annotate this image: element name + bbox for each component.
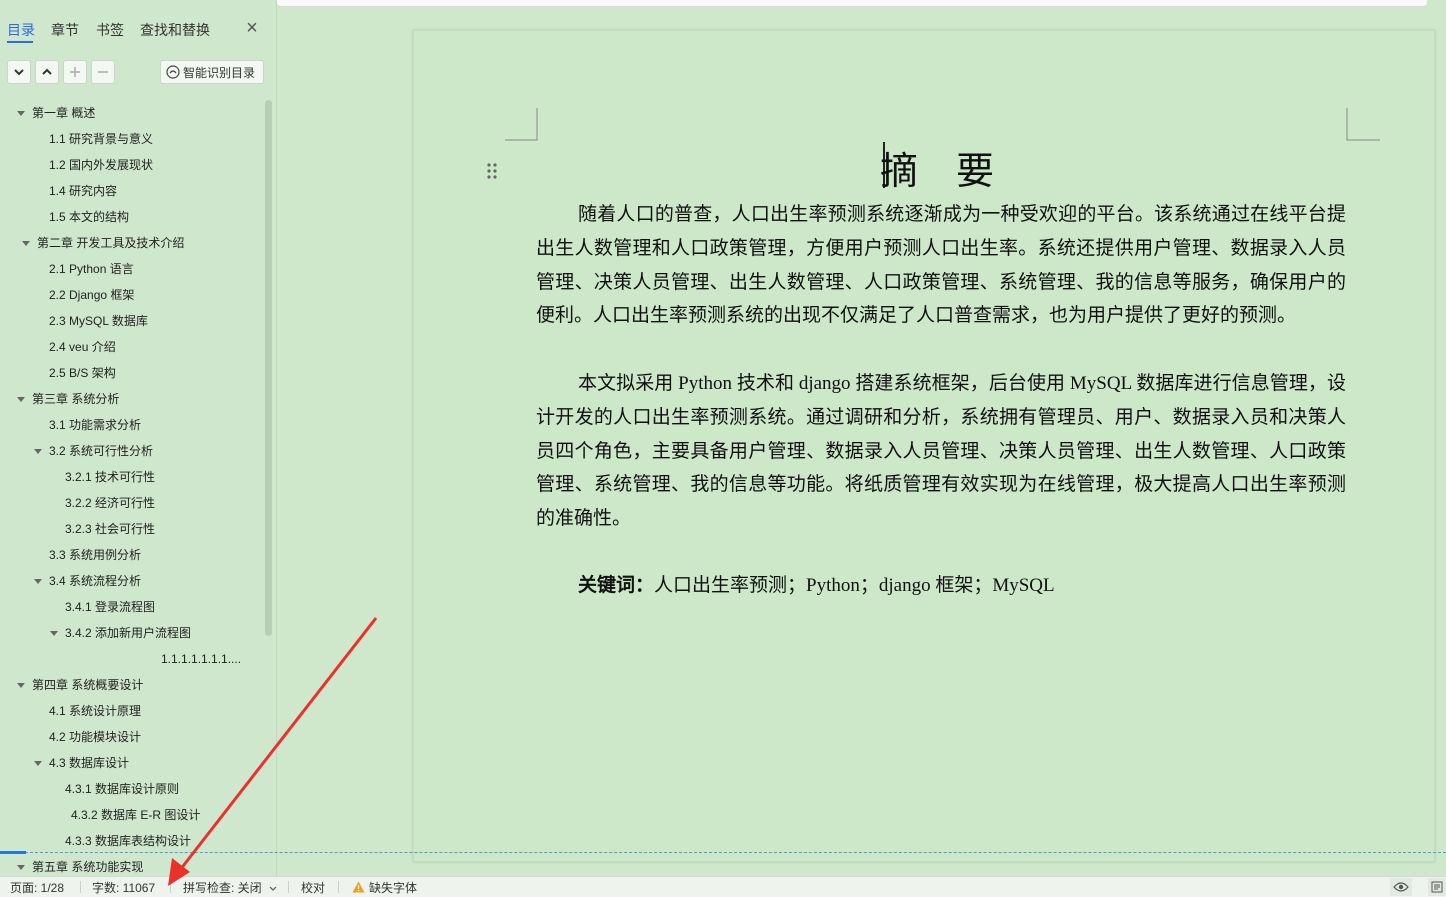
status-divider (170, 881, 171, 893)
abstract-paragraph-1[interactable]: 随着人口的普查，人口出生率预测系统逐渐成为一种受欢迎的平台。该系统通过在线平台提… (536, 198, 1346, 333)
expand-all-button[interactable] (7, 60, 31, 84)
toc-item[interactable]: 1.5 本文的结构 (49, 207, 129, 227)
spell-check-toggle[interactable]: 拼写检查: 关闭 (183, 880, 277, 896)
document-title[interactable]: 摘 要 (880, 140, 1010, 193)
chevron-down-icon (269, 886, 277, 891)
status-bar: 页面: 1/28 字数: 11067 拼写检查: 关闭 校对 缺失字体 (0, 876, 1446, 897)
expand-caret-icon[interactable] (17, 683, 25, 688)
expand-caret-icon[interactable] (17, 865, 25, 870)
toc-item[interactable]: 3.2.1 技术可行性 (65, 467, 155, 487)
toc-item[interactable]: 3.1 功能需求分析 (49, 415, 141, 435)
toc-toolbar: 智能识别目录 (0, 58, 276, 88)
word-count[interactable]: 字数: 11067 (92, 880, 155, 896)
tab-toc[interactable]: 目录 (7, 20, 35, 40)
top-right-margin-mark (1346, 108, 1380, 141)
toc-item[interactable]: 4.3.2 数据库 E-R 图设计 (71, 805, 200, 825)
page-indicator[interactable]: 页面: 1/28 (10, 880, 64, 896)
toc-item[interactable]: 2.2 Django 框架 (49, 285, 134, 305)
toc-chapter-item[interactable]: 第四章 系统概要设计 (32, 675, 143, 695)
tab-bookmarks[interactable]: 书签 (96, 20, 124, 40)
toc-item[interactable]: 1.1.1.1.1.1.1.... (161, 649, 241, 669)
toc-item[interactable]: 3.2.3 社会可行性 (65, 519, 155, 539)
toc-list: 第一章 概述 1.1 研究背景与意义 1.2 国内外发展现状 1.4 研究内容 1.5 … (0, 100, 262, 876)
toc-item[interactable]: 3.2 系统可行性分析 (49, 441, 153, 461)
abstract-paragraph-2[interactable]: 本文拟采用 Python 技术和 django 搭建系统框架，后台使用 MySQ… (536, 367, 1346, 536)
toc-item[interactable]: 3.4 系统流程分析 (49, 571, 141, 591)
toc-item[interactable]: 2.1 Python 语言 (49, 259, 134, 279)
plus-icon (70, 67, 80, 77)
spell-check-label: 拼写检查: 关闭 (183, 881, 262, 895)
minus-icon (98, 71, 108, 73)
smart-recognize-toc-button[interactable]: 智能识别目录 (160, 60, 264, 84)
tab-chapters[interactable]: 章节 (51, 20, 79, 40)
toc-item[interactable]: 3.4.1 登录流程图 (65, 597, 155, 617)
page-break-indicator (0, 852, 1446, 853)
expand-caret-icon[interactable] (34, 449, 42, 454)
toc-item[interactable]: 4.3.1 数据库设计原则 (65, 779, 179, 799)
smart-recognize-label: 智能识别目录 (183, 65, 256, 80)
status-divider (80, 881, 81, 893)
toc-item[interactable]: 1.4 研究内容 (49, 181, 117, 201)
keywords-line[interactable]: 关键词：人口出生率预测；Python；django 框架；MySQL (578, 571, 1278, 601)
page-view-icon (1431, 881, 1443, 893)
expand-caret-icon[interactable] (50, 631, 58, 636)
remove-heading-button[interactable] (91, 60, 115, 84)
toc-item[interactable]: 4.3.3 数据库表结构设计 (65, 831, 191, 851)
toc-item[interactable]: 4.1 系统设计原理 (49, 701, 141, 721)
nav-tabs: 目录 章节 书签 查找和替换 × (0, 0, 276, 50)
toc-chapter-item[interactable]: 第三章 系统分析 (32, 389, 119, 409)
toc-item[interactable]: 1.2 国内外发展现状 (49, 155, 153, 175)
toc-chapter-item[interactable]: 第一章 概述 (32, 103, 95, 123)
expand-caret-icon[interactable] (22, 241, 30, 246)
status-divider (338, 881, 339, 893)
keywords-label: 关键词： (578, 575, 655, 596)
top-ruler-strip (277, 0, 1446, 8)
toc-item[interactable]: 4.2 功能模块设计 (49, 727, 141, 747)
toc-item[interactable]: 1.1 研究背景与意义 (49, 129, 153, 149)
warning-icon (352, 881, 365, 893)
expand-caret-icon[interactable] (34, 579, 42, 584)
toc-item[interactable]: 2.5 B/S 架构 (49, 363, 116, 383)
proofread-button[interactable]: 校对 (301, 880, 325, 896)
add-heading-button[interactable] (63, 60, 87, 84)
expand-caret-icon[interactable] (34, 761, 42, 766)
toc-item[interactable]: 4.3 数据库设计 (49, 753, 129, 773)
keywords-text: 人口出生率预测；Python；django 框架；MySQL (654, 575, 1055, 596)
chevron-down-icon (14, 69, 24, 76)
collapse-all-button[interactable] (35, 60, 59, 84)
paragraph-drag-handle-icon[interactable] (484, 160, 500, 182)
page-break-marker (0, 851, 26, 854)
status-divider (288, 881, 289, 893)
toc-chapter-item[interactable]: 第二章 开发工具及技术介绍 (37, 233, 184, 253)
toc-chapter-item[interactable]: 第五章 系统功能实现 (32, 857, 143, 876)
chevron-up-icon (42, 68, 52, 75)
horizontal-ruler (277, 0, 1427, 7)
toc-item[interactable]: 2.4 veu 介绍 (49, 337, 116, 357)
toc-item[interactable]: 3.3 系统用例分析 (49, 545, 141, 565)
toc-item[interactable]: 2.3 MySQL 数据库 (49, 311, 148, 331)
missing-font-label: 缺失字体 (369, 881, 418, 895)
toc-item[interactable]: 3.2.2 经济可行性 (65, 493, 155, 513)
expand-caret-icon[interactable] (17, 397, 25, 402)
active-tab-indicator (7, 41, 33, 43)
navigation-panel: 目录 章节 书签 查找和替换 × 智能识别目录 第一章 概述 1.1 研究背景与意… (0, 0, 277, 876)
close-panel-button[interactable]: × (243, 18, 261, 38)
smart-recognize-icon (166, 65, 180, 79)
toc-item[interactable]: 3.4.2 添加新用户流程图 (65, 623, 191, 643)
reading-mode-button[interactable] (1390, 878, 1412, 896)
tab-find-replace[interactable]: 查找和替换 (140, 20, 210, 40)
page-view-button[interactable] (1428, 878, 1446, 896)
missing-font-button[interactable]: 缺失字体 (352, 880, 417, 896)
expand-caret-icon[interactable] (17, 111, 25, 116)
toc-scrollbar[interactable] (265, 100, 272, 636)
eye-icon (1393, 882, 1409, 892)
top-left-margin-mark (505, 108, 538, 141)
